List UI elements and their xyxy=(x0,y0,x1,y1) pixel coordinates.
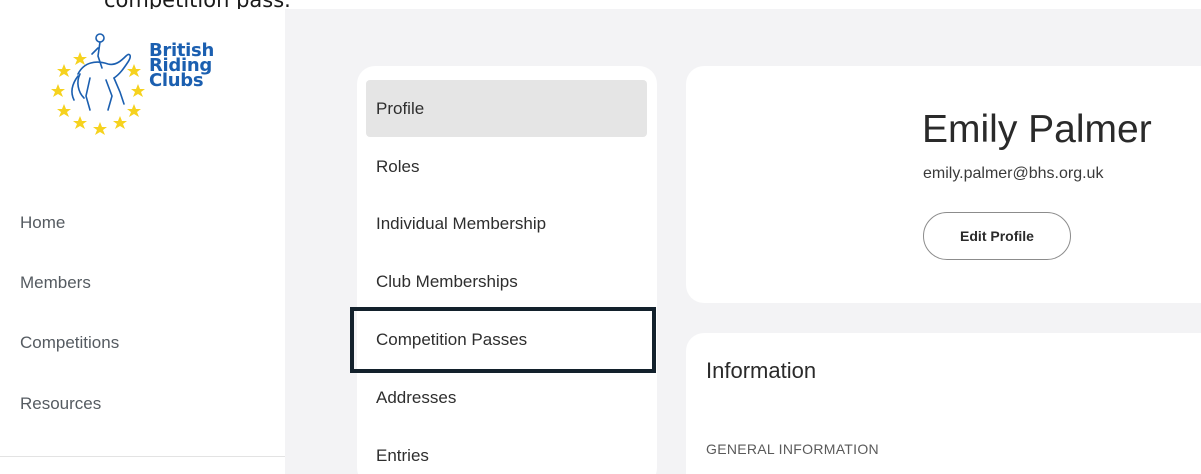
brand-wordmark: British Riding Clubs xyxy=(149,42,214,90)
nav-item-home[interactable]: Home xyxy=(20,213,65,233)
nav-item-competitions[interactable]: Competitions xyxy=(20,333,119,353)
menu-item-addresses[interactable]: Addresses xyxy=(366,369,647,426)
edit-profile-button[interactable]: Edit Profile xyxy=(923,212,1071,260)
information-title: Information xyxy=(706,358,817,383)
profile-email: emily.palmer@bhs.org.uk xyxy=(923,165,1104,182)
nav-divider xyxy=(0,456,285,457)
menu-item-roles[interactable]: Roles xyxy=(366,138,647,195)
sidebar: British Riding Clubs Home Members Compet… xyxy=(0,9,285,474)
brand-logo[interactable]: British Riding Clubs xyxy=(50,26,240,138)
profile-name: Emily Palmer xyxy=(922,108,1152,151)
menu-item-club-memberships[interactable]: Club Memberships xyxy=(366,253,647,310)
menu-item-competition-passes[interactable]: Competition Passes xyxy=(366,311,647,368)
menu-item-individual-membership[interactable]: Individual Membership xyxy=(366,195,647,252)
menu-item-entries[interactable]: Entries xyxy=(366,427,647,474)
nav-item-members[interactable]: Members xyxy=(20,273,91,293)
profile-menu: Profile Roles Individual Membership Club… xyxy=(357,66,657,474)
general-information-heading: GENERAL INFORMATION xyxy=(706,441,879,457)
nav-item-resources[interactable]: Resources xyxy=(20,394,101,414)
profile-card xyxy=(686,66,1201,303)
horse-rider-stars-icon xyxy=(51,33,145,135)
menu-item-profile[interactable]: Profile xyxy=(366,80,647,137)
